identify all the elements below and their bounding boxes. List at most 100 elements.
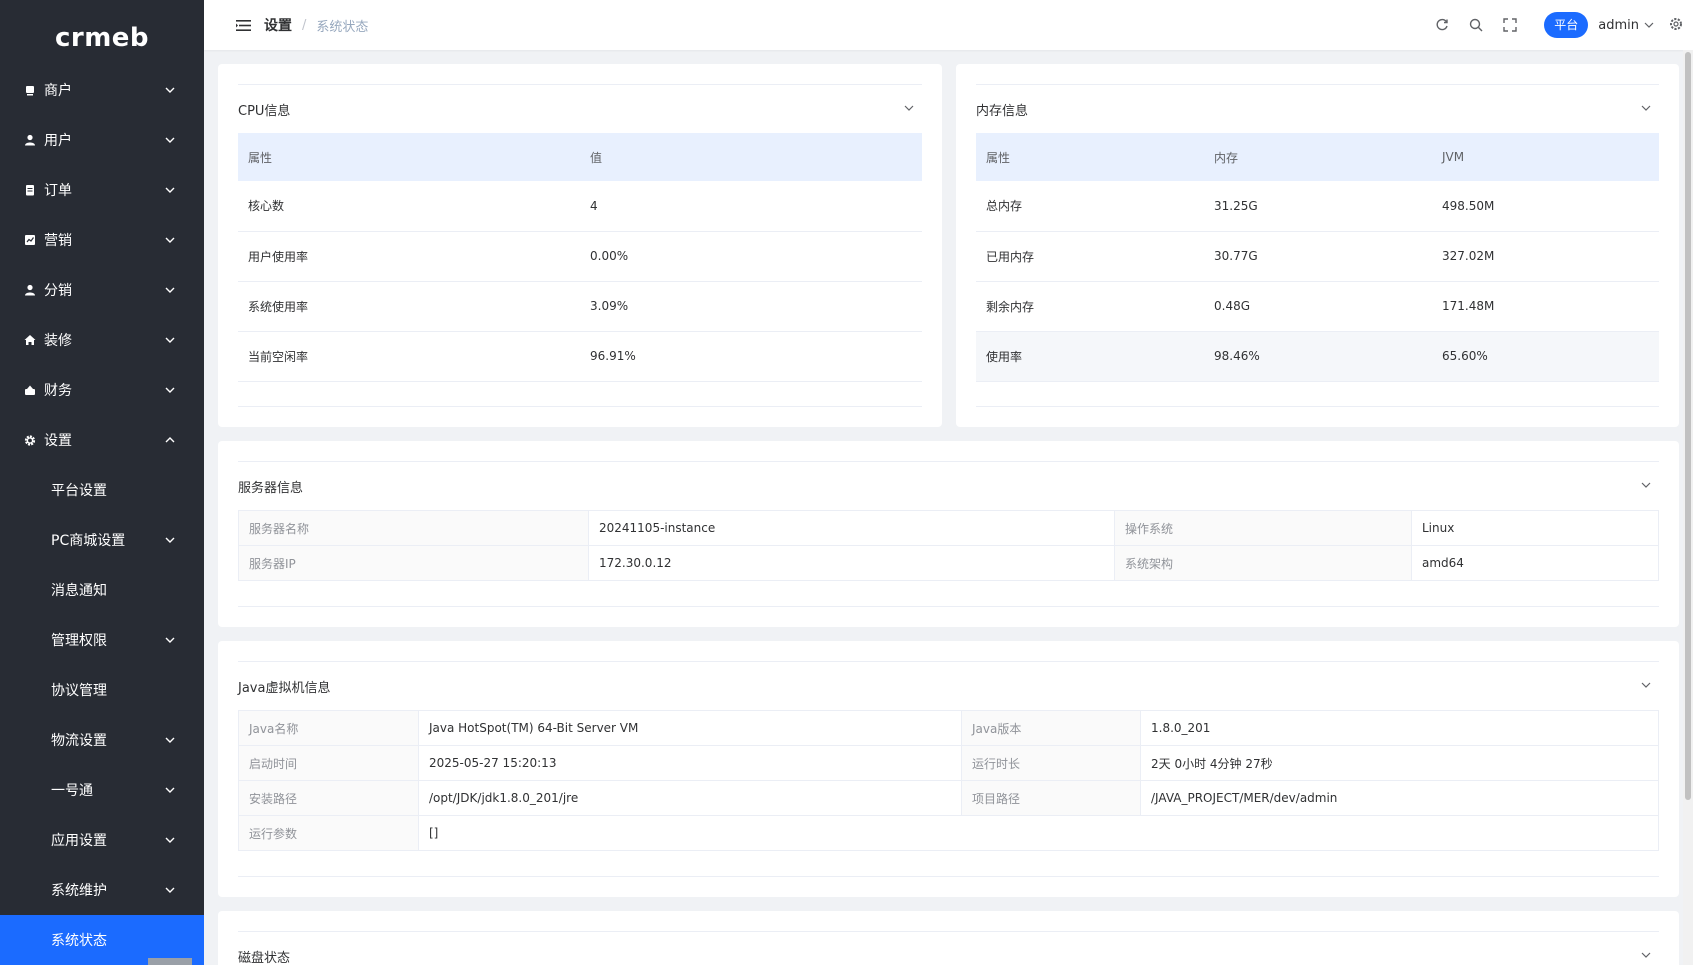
- column-header: 属性: [976, 133, 1204, 181]
- label-cell: 系统架构: [1114, 545, 1412, 581]
- sidebar-subitem-pc-mall-settings[interactable]: PC商城设置: [0, 515, 204, 565]
- refresh-icon[interactable]: [1434, 17, 1450, 33]
- breadcrumb-separator: /: [302, 17, 307, 33]
- collapse-chevron-icon[interactable]: [1640, 679, 1652, 691]
- memory-table: 属性 内存 JVM 总内存 31.25G 498.50M 已用内存 30.77G 327…: [976, 133, 1659, 382]
- label-cell: Java名称: [238, 710, 419, 746]
- table-row: 服务器IP 172.30.0.12 系统架构 amd64: [238, 545, 1659, 581]
- sidebar-item-merchant[interactable]: 商户: [0, 65, 204, 115]
- value-cell: 2天 0小时 4分钟 27秒: [1140, 745, 1659, 781]
- table-cell: 用户使用率: [238, 231, 580, 282]
- value-cell: amd64: [1411, 545, 1659, 581]
- sidebar-subitem-notifications[interactable]: 消息通知: [0, 565, 204, 615]
- column-header: 内存: [1204, 133, 1432, 181]
- sidebar-item-distribution[interactable]: 分销: [0, 265, 204, 315]
- header-toolbar: 平台 admin: [1434, 0, 1693, 50]
- sidebar-subitem-agreements[interactable]: 协议管理: [0, 665, 204, 715]
- home-icon: [24, 334, 36, 346]
- value-cell: Linux: [1411, 510, 1659, 546]
- collapse-chevron-icon[interactable]: [1640, 949, 1652, 961]
- chevron-down-icon: [164, 284, 176, 296]
- table-cell: 327.02M: [1432, 231, 1659, 282]
- settings-icon[interactable]: [1669, 17, 1685, 33]
- table-cell: 96.91%: [580, 331, 922, 382]
- label-cell: 服务器名称: [238, 510, 589, 546]
- collapse-chevron-icon[interactable]: [1640, 479, 1652, 491]
- table-row: 安装路径 /opt/JDK/jdk1.8.0_201/jre 项目路径 /JAV…: [238, 780, 1659, 816]
- table-cell: 剩余内存: [976, 281, 1204, 332]
- sidebar-item-order[interactable]: 订单: [0, 165, 204, 215]
- table-cell: 31.25G: [1204, 181, 1432, 232]
- sidebar-subitem-yihaotong[interactable]: 一号通: [0, 765, 204, 815]
- divider: [238, 876, 1659, 877]
- sidebar-scroll-indicator: [148, 958, 192, 965]
- search-icon[interactable]: [1468, 17, 1484, 33]
- hamburger-icon[interactable]: [235, 17, 251, 33]
- user-menu[interactable]: admin: [1598, 18, 1655, 33]
- gear-icon: [24, 434, 36, 446]
- value-cell: 2025-05-27 15:20:13: [418, 745, 962, 781]
- order-icon: [24, 184, 36, 196]
- platform-button[interactable]: 平台: [1544, 12, 1589, 38]
- table-cell: 498.50M: [1432, 181, 1659, 232]
- table-row: 系统使用率 3.09%: [238, 281, 922, 332]
- table-row: 服务器名称 20241105-instance 操作系统 Linux: [238, 510, 1659, 546]
- chevron-down-icon: [164, 234, 176, 246]
- divider: [238, 606, 1659, 607]
- table-cell: 3.09%: [580, 281, 922, 332]
- table-cell: 使用率: [976, 331, 1204, 382]
- table-row: 运行参数 []: [238, 815, 1659, 851]
- sidebar-subitem-logistics[interactable]: 物流设置: [0, 715, 204, 765]
- scrollbar-thumb[interactable]: [1685, 52, 1691, 800]
- jvm-card-title: Java虚拟机信息: [238, 681, 331, 696]
- sidebar-item-decoration[interactable]: 装修: [0, 315, 204, 365]
- chevron-down-icon: [164, 534, 176, 546]
- user-icon: [24, 134, 36, 146]
- jvm-table: Java名称 Java HotSpot(TM) 64-Bit Server VM…: [238, 710, 1659, 851]
- label-cell: 运行参数: [238, 815, 419, 851]
- chevron-down-icon: [164, 84, 176, 96]
- value-cell: 172.30.0.12: [588, 545, 1115, 581]
- table-cell: 系统使用率: [238, 281, 580, 332]
- chevron-down-icon: [164, 184, 176, 196]
- breadcrumb-settings[interactable]: 设置: [264, 15, 292, 35]
- sidebar-item-marketing[interactable]: 营销: [0, 215, 204, 265]
- shop-icon: [24, 84, 36, 96]
- disk-card-title: 磁盘状态: [238, 951, 291, 965]
- fullscreen-icon[interactable]: [1502, 17, 1518, 33]
- collapse-chevron-icon[interactable]: [903, 102, 915, 114]
- chevron-down-icon: [1643, 19, 1655, 31]
- server-table: 服务器名称 20241105-instance 操作系统 Linux 服务器IP…: [238, 510, 1659, 581]
- value-cell: 20241105-instance: [588, 510, 1115, 546]
- label-cell: 项目路径: [961, 780, 1141, 816]
- sidebar-item-finance[interactable]: 财务: [0, 365, 204, 415]
- chevron-down-icon: [164, 834, 176, 846]
- table-row: 用户使用率 0.00%: [238, 231, 922, 282]
- chevron-down-icon: [164, 384, 176, 396]
- sidebar-subitem-platform-settings[interactable]: 平台设置: [0, 465, 204, 515]
- sidebar-subitem-app-settings[interactable]: 应用设置: [0, 815, 204, 865]
- table-row: 使用率 98.46% 65.60%: [976, 331, 1659, 382]
- chevron-down-icon: [164, 884, 176, 896]
- divider: [976, 406, 1659, 407]
- finance-icon: [24, 384, 36, 396]
- table-row: 当前空闲率 96.91%: [238, 331, 922, 382]
- server-card-title: 服务器信息: [238, 481, 304, 496]
- value-cell: /JAVA_PROJECT/MER/dev/admin: [1140, 780, 1659, 816]
- table-row: 总内存 31.25G 498.50M: [976, 181, 1659, 232]
- header: 设置 / 系统状态 平台 admin: [204, 0, 1693, 50]
- breadcrumb-current: 系统状态: [316, 19, 369, 35]
- sidebar-subitem-maintenance[interactable]: 系统维护: [0, 865, 204, 915]
- label-cell: Java版本: [961, 710, 1141, 746]
- sidebar-item-settings[interactable]: 设置: [0, 415, 204, 465]
- label-cell: 安装路径: [238, 780, 419, 816]
- marketing-icon: [24, 234, 36, 246]
- chevron-up-icon: [164, 434, 176, 446]
- sidebar-subitem-permissions[interactable]: 管理权限: [0, 615, 204, 665]
- value-cell: /opt/JDK/jdk1.8.0_201/jre: [418, 780, 962, 816]
- collapse-chevron-icon[interactable]: [1640, 102, 1652, 114]
- table-row: 已用内存 30.77G 327.02M: [976, 231, 1659, 282]
- table-row: 核心数 4: [238, 181, 922, 232]
- disk-card: 磁盘状态: [218, 911, 1679, 965]
- sidebar-item-user[interactable]: 用户: [0, 115, 204, 165]
